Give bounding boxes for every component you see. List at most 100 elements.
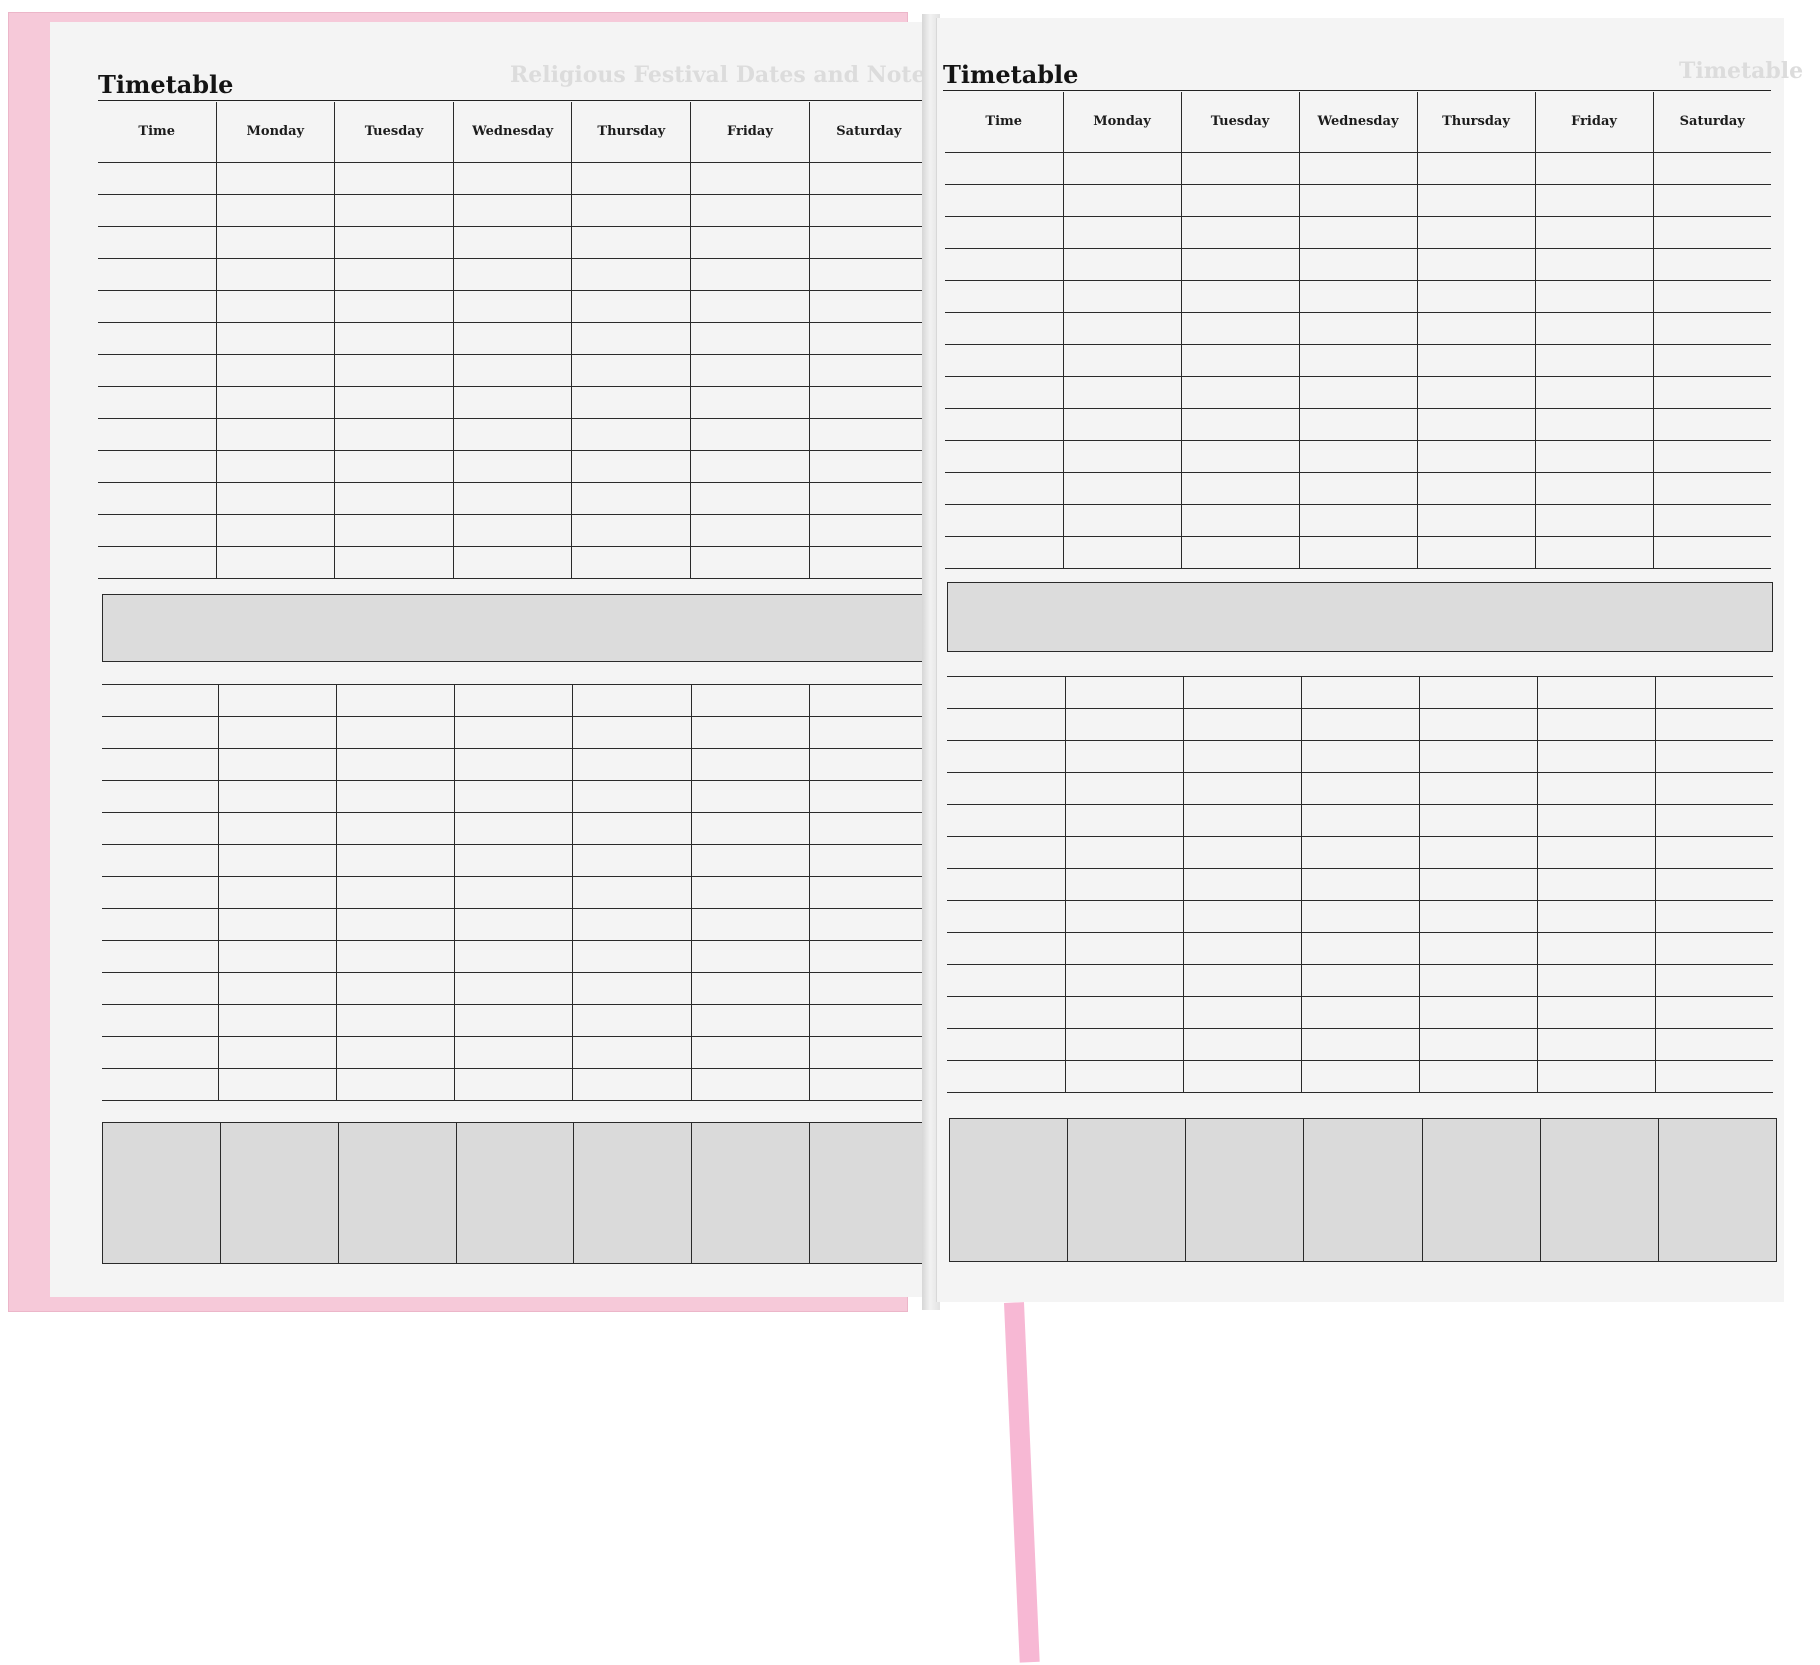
timetable-cell[interactable] bbox=[1064, 804, 1184, 837]
timetable-cell[interactable] bbox=[572, 940, 692, 973]
timetable-cell[interactable] bbox=[1298, 151, 1418, 185]
timetable-cell[interactable] bbox=[690, 449, 810, 483]
timetable-cell[interactable] bbox=[452, 513, 573, 547]
timetable-cell[interactable] bbox=[945, 471, 1064, 505]
timetable-cell[interactable] bbox=[690, 225, 810, 259]
timetable-cell[interactable] bbox=[945, 151, 1064, 185]
timetable-cell[interactable] bbox=[1536, 676, 1656, 709]
timetable-cell[interactable] bbox=[809, 748, 928, 781]
timetable-cell[interactable] bbox=[452, 385, 573, 419]
timetable-cell[interactable] bbox=[1654, 964, 1773, 997]
notes-cell[interactable] bbox=[219, 1122, 339, 1264]
timetable-cell[interactable] bbox=[1652, 535, 1771, 569]
timetable-cell[interactable] bbox=[452, 321, 573, 355]
timetable-cell[interactable] bbox=[572, 812, 692, 845]
timetable-cell[interactable] bbox=[1534, 343, 1654, 377]
timetable-cell[interactable] bbox=[335, 1036, 456, 1069]
timetable-cell[interactable] bbox=[1654, 868, 1773, 901]
timetable-cell[interactable] bbox=[1062, 343, 1182, 377]
timetable-cell[interactable] bbox=[452, 289, 573, 323]
timetable-cell[interactable] bbox=[1298, 535, 1418, 569]
timetable-cell[interactable] bbox=[1300, 772, 1420, 805]
timetable-cell[interactable] bbox=[1298, 311, 1418, 345]
timetable-cell[interactable] bbox=[947, 1060, 1066, 1093]
timetable-cell[interactable] bbox=[809, 1068, 928, 1101]
timetable-cell[interactable] bbox=[1652, 279, 1771, 313]
timetable-cell[interactable] bbox=[102, 780, 219, 813]
timetable-cell[interactable] bbox=[690, 748, 811, 781]
timetable-cell[interactable] bbox=[1064, 1028, 1184, 1061]
timetable-cell[interactable] bbox=[690, 876, 811, 909]
timetable-cell[interactable] bbox=[1182, 900, 1302, 933]
notes-cell[interactable] bbox=[1421, 1118, 1541, 1262]
timetable-cell[interactable] bbox=[1298, 343, 1418, 377]
timetable-cell[interactable] bbox=[1180, 407, 1300, 441]
timetable-cell[interactable] bbox=[1536, 1028, 1656, 1061]
notes-cell[interactable] bbox=[691, 1122, 811, 1264]
timetable-cell[interactable] bbox=[1180, 471, 1300, 505]
timetable-cell[interactable] bbox=[947, 676, 1066, 709]
timetable-cell[interactable] bbox=[1418, 740, 1538, 773]
timetable-cell[interactable] bbox=[452, 481, 573, 515]
timetable-cell[interactable] bbox=[690, 940, 811, 973]
timetable-cell[interactable] bbox=[690, 353, 810, 387]
timetable-cell[interactable] bbox=[572, 1004, 692, 1037]
timetable-cell[interactable] bbox=[1652, 183, 1771, 217]
timetable-cell[interactable] bbox=[1654, 932, 1773, 965]
timetable-cell[interactable] bbox=[808, 545, 928, 579]
timetable-cell[interactable] bbox=[690, 257, 810, 291]
notes-cell[interactable] bbox=[1067, 1118, 1187, 1262]
timetable-cell[interactable] bbox=[102, 908, 219, 941]
timetable-cell[interactable] bbox=[1418, 868, 1538, 901]
notes-cell[interactable] bbox=[948, 1118, 1069, 1262]
timetable-cell[interactable] bbox=[335, 940, 456, 973]
timetable-cell[interactable] bbox=[1536, 996, 1656, 1029]
timetable-cell[interactable] bbox=[1064, 676, 1184, 709]
timetable-cell[interactable] bbox=[1062, 503, 1182, 537]
timetable-cell[interactable] bbox=[690, 513, 810, 547]
notes-cell[interactable] bbox=[1539, 1118, 1659, 1262]
timetable-cell[interactable] bbox=[809, 908, 928, 941]
timetable-cell[interactable] bbox=[1534, 407, 1654, 441]
timetable-cell[interactable] bbox=[1298, 215, 1418, 249]
timetable-cell[interactable] bbox=[102, 1036, 219, 1069]
timetable-cell[interactable] bbox=[1300, 676, 1420, 709]
timetable-cell[interactable] bbox=[1536, 772, 1656, 805]
timetable-cell[interactable] bbox=[1300, 1060, 1420, 1093]
timetable-cell[interactable] bbox=[1182, 772, 1302, 805]
timetable-cell[interactable] bbox=[1652, 247, 1771, 281]
timetable-cell[interactable] bbox=[690, 193, 810, 227]
timetable-cell[interactable] bbox=[215, 449, 336, 483]
timetable-cell[interactable] bbox=[98, 193, 217, 227]
timetable-cell[interactable] bbox=[334, 321, 454, 355]
timetable-cell[interactable] bbox=[1064, 708, 1184, 741]
timetable-cell[interactable] bbox=[1182, 676, 1302, 709]
timetable-cell[interactable] bbox=[98, 545, 217, 579]
timetable-cell[interactable] bbox=[1298, 439, 1418, 473]
timetable-cell[interactable] bbox=[571, 385, 692, 419]
timetable-cell[interactable] bbox=[1300, 708, 1420, 741]
timetable-cell[interactable] bbox=[1418, 804, 1538, 837]
timetable-cell[interactable] bbox=[945, 375, 1064, 409]
timetable-cell[interactable] bbox=[690, 972, 811, 1005]
timetable-cell[interactable] bbox=[1418, 1060, 1538, 1093]
timetable-cell[interactable] bbox=[98, 321, 217, 355]
timetable-cell[interactable] bbox=[690, 321, 810, 355]
timetable-cell[interactable] bbox=[1062, 471, 1182, 505]
timetable-cell[interactable] bbox=[690, 716, 811, 749]
timetable-cell[interactable] bbox=[1180, 503, 1300, 537]
timetable-cell[interactable] bbox=[334, 513, 454, 547]
timetable-cell[interactable] bbox=[945, 503, 1064, 537]
timetable-cell[interactable] bbox=[571, 225, 692, 259]
timetable-cell[interactable] bbox=[571, 289, 692, 323]
timetable-cell[interactable] bbox=[1416, 311, 1536, 345]
timetable-cell[interactable] bbox=[1062, 439, 1182, 473]
timetable-cell[interactable] bbox=[454, 908, 574, 941]
timetable-cell[interactable] bbox=[102, 748, 219, 781]
timetable-cell[interactable] bbox=[102, 1004, 219, 1037]
timetable-cell[interactable] bbox=[947, 836, 1066, 869]
timetable-cell[interactable] bbox=[215, 257, 336, 291]
timetable-cell[interactable] bbox=[102, 684, 219, 717]
timetable-cell[interactable] bbox=[808, 513, 928, 547]
timetable-cell[interactable] bbox=[1180, 535, 1300, 569]
